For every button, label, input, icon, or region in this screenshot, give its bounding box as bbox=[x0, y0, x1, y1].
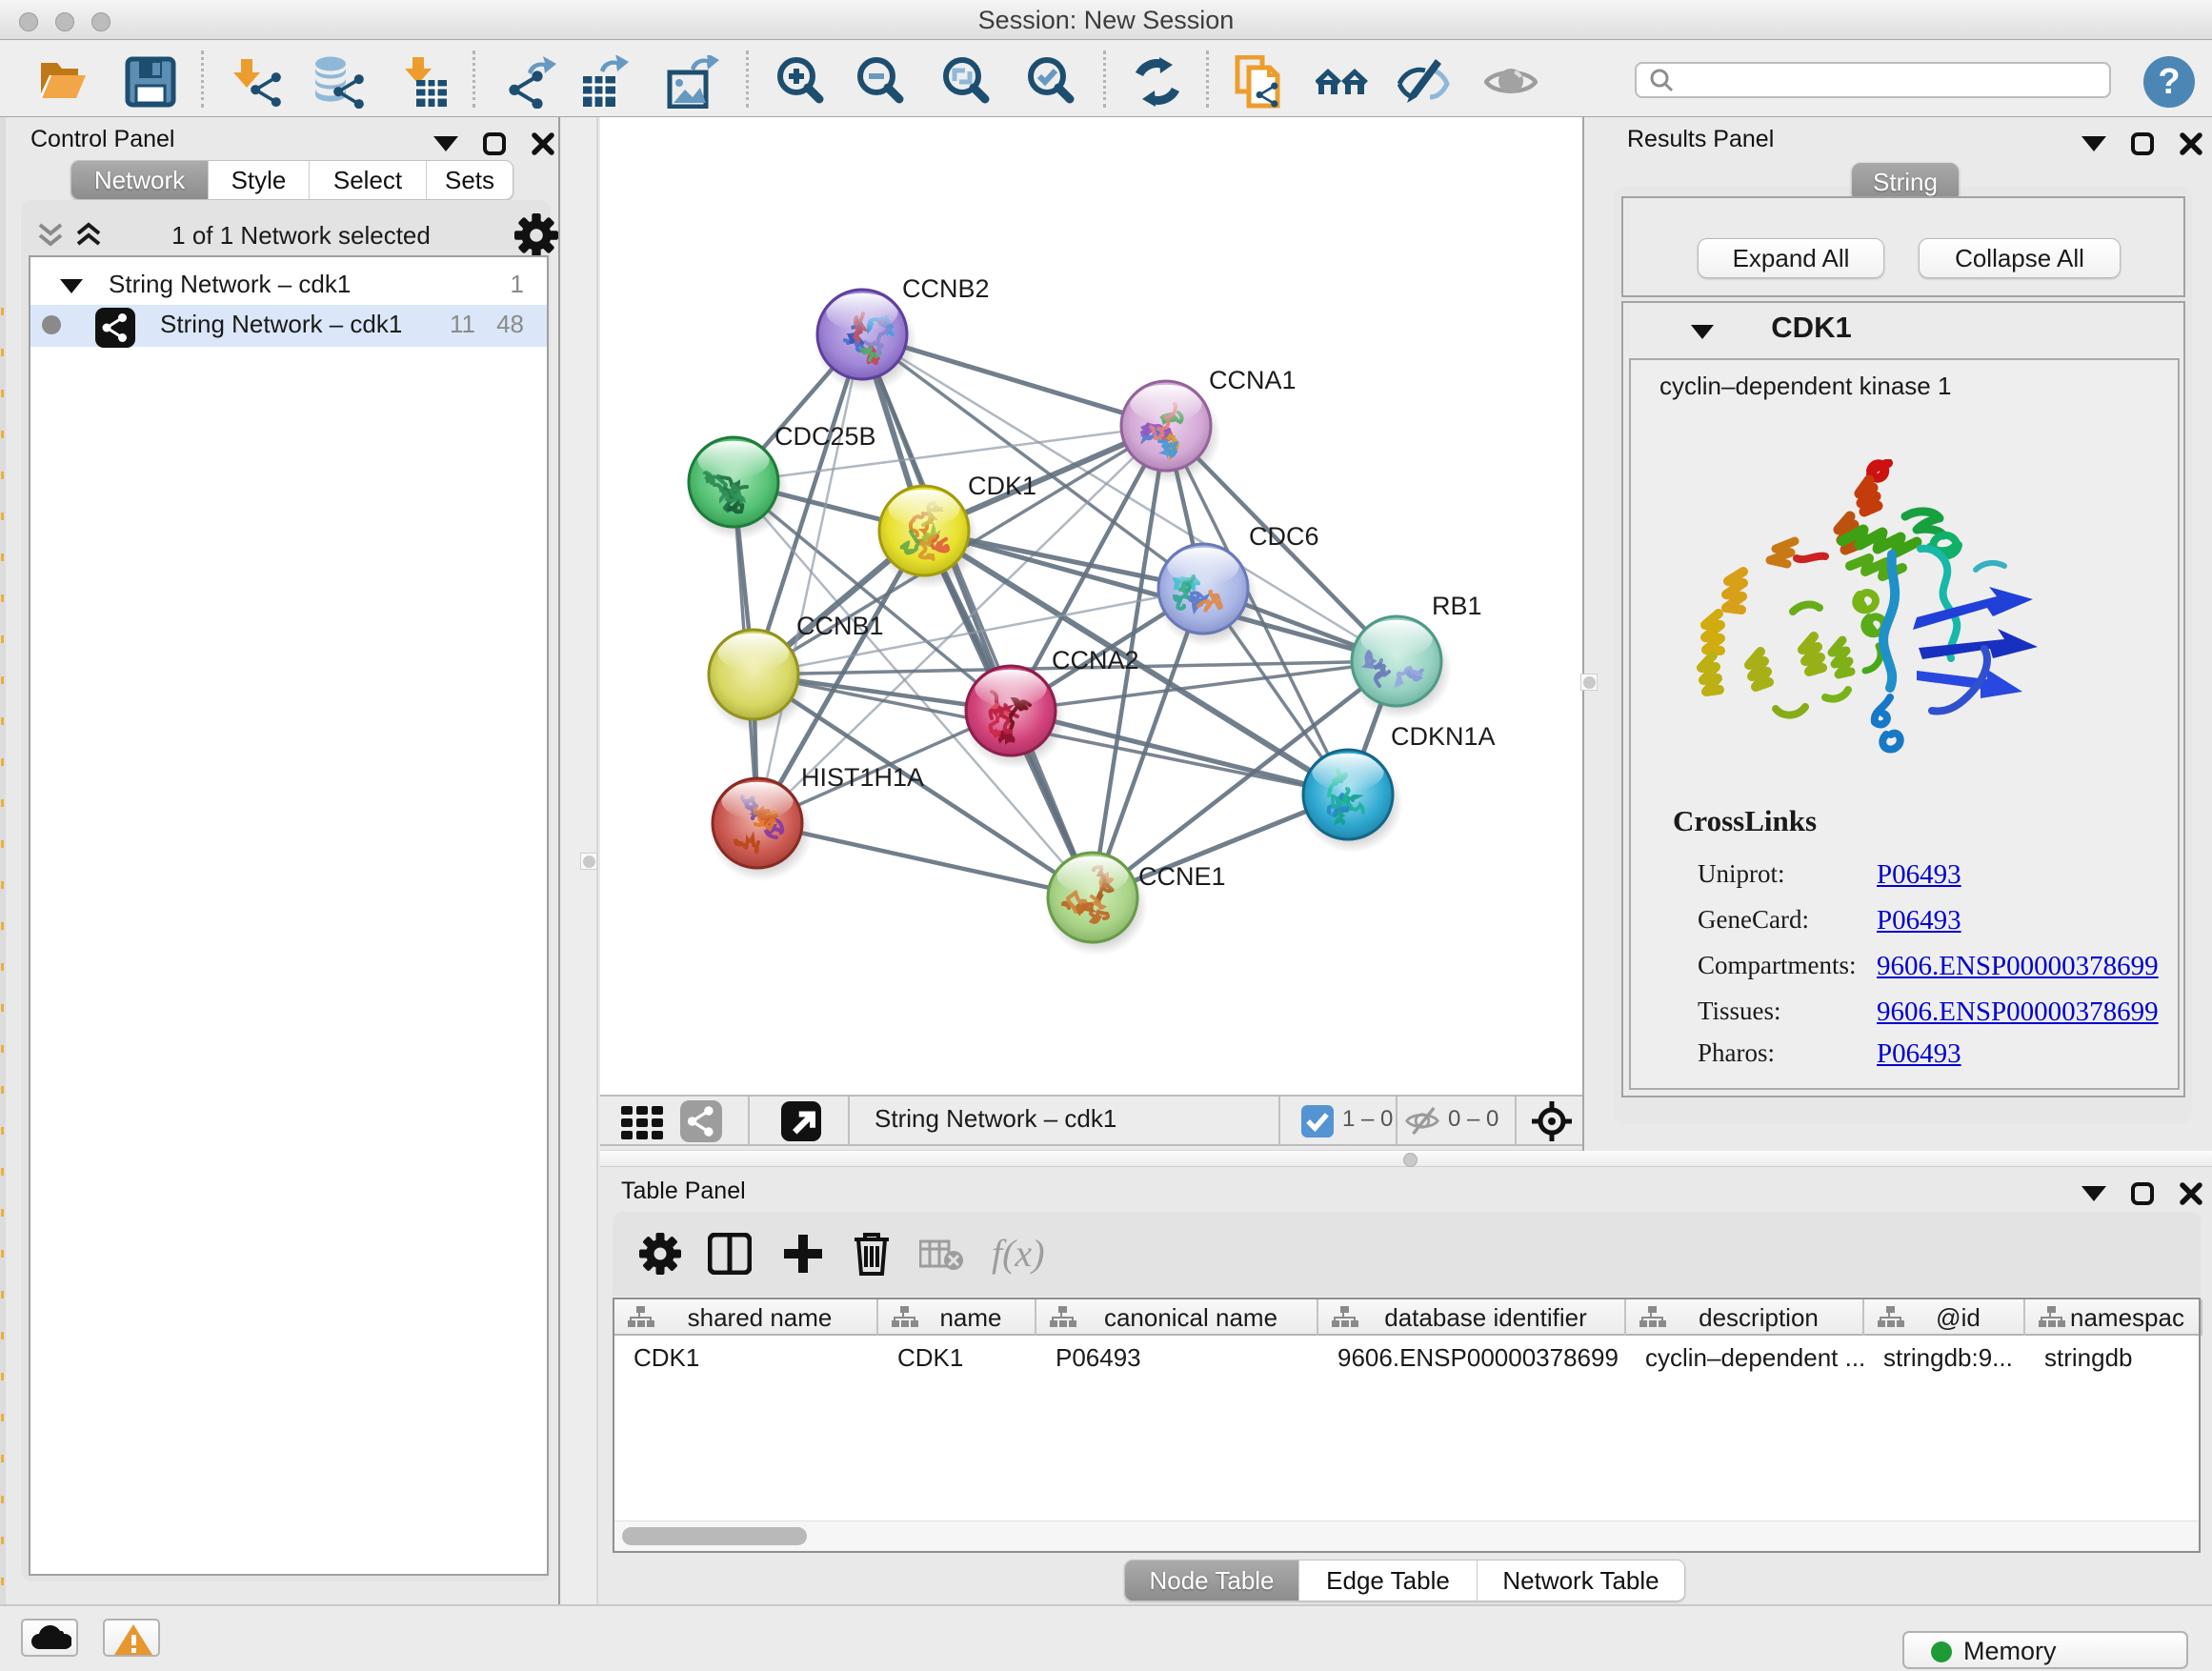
svg-text:CCNB1: CCNB1 bbox=[796, 612, 884, 640]
svg-text:HIST1H1A: HIST1H1A bbox=[801, 763, 924, 792]
svg-text:CCNE1: CCNE1 bbox=[1138, 862, 1226, 891]
svg-text:CCNA2: CCNA2 bbox=[1052, 646, 1139, 674]
svg-text:CCNA1: CCNA1 bbox=[1209, 366, 1297, 394]
svg-text:CCNB2: CCNB2 bbox=[902, 274, 990, 303]
svg-text:RB1: RB1 bbox=[1432, 592, 1482, 620]
svg-text:CDC25B: CDC25B bbox=[774, 422, 876, 451]
svg-text:CDC6: CDC6 bbox=[1249, 522, 1319, 551]
svg-text:CDKN1A: CDKN1A bbox=[1391, 722, 1496, 751]
svg-text:CDK1: CDK1 bbox=[968, 472, 1036, 500]
